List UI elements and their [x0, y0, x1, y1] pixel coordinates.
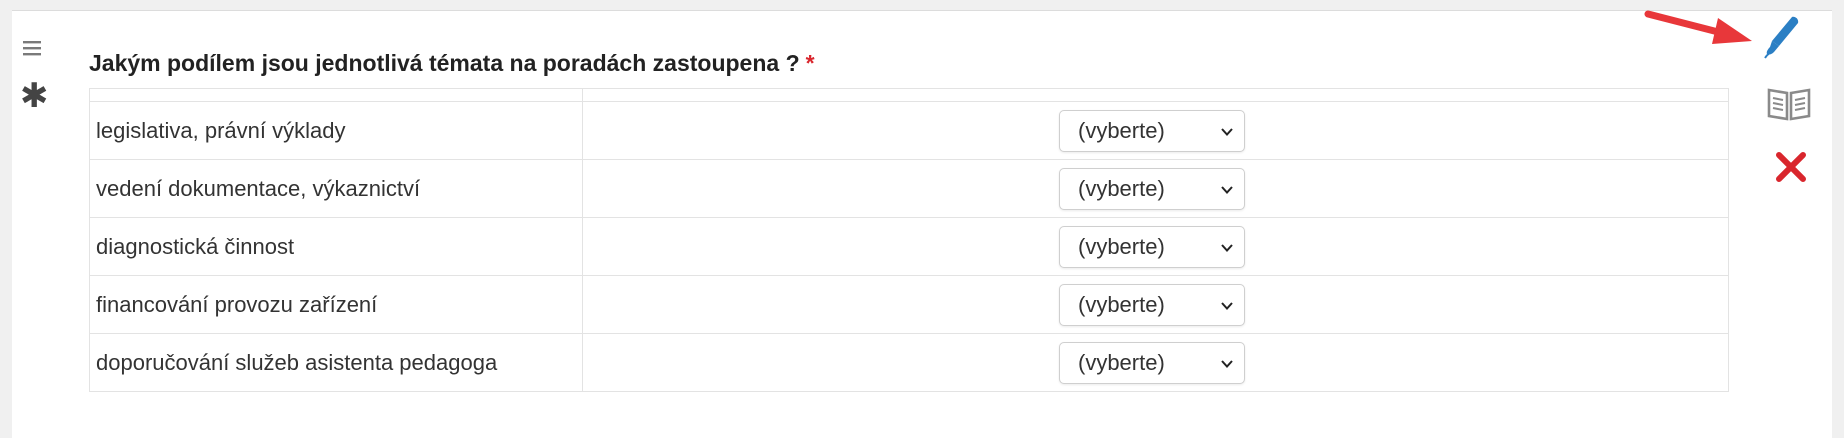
table-row: doporučování služeb asistenta pedagoga (… [89, 333, 1729, 392]
question-title: Jakým podílem jsou jednotlivá témata na … [89, 50, 815, 77]
grid-header-label-cell [89, 88, 583, 102]
red-arrow-icon [1644, 10, 1752, 44]
row-select-value: (vyberte) [1078, 291, 1165, 317]
table-row: financování provozu zařízení (vyberte) [89, 275, 1729, 334]
row-label: doporučování služeb asistenta pedagoga [89, 333, 583, 392]
row-select-value: (vyberte) [1078, 233, 1165, 259]
required-marker: * [805, 50, 815, 76]
row-select-value: (vyberte) [1078, 349, 1165, 375]
chevron-down-icon [1221, 243, 1233, 252]
row-label: vedení dokumentace, výkaznictví [89, 159, 583, 218]
row-label: diagnostická činnost [89, 217, 583, 276]
row-select[interactable]: (vyberte) [1059, 225, 1245, 268]
row-select[interactable]: (vyberte) [1059, 341, 1245, 384]
pencil-icon[interactable] [1762, 14, 1802, 60]
required-asterisk-icon[interactable]: ✱ [20, 79, 49, 113]
row-select[interactable]: (vyberte) [1059, 283, 1245, 326]
table-row: diagnostická činnost (vyberte) [89, 217, 1729, 276]
drag-handle-icon[interactable] [20, 36, 44, 60]
grid-header-select-cell [582, 88, 1729, 102]
x-icon[interactable] [1774, 150, 1808, 184]
chevron-down-icon [1221, 359, 1233, 368]
question-title-text: Jakým podílem jsou jednotlivá témata na … [89, 50, 800, 76]
chevron-down-icon [1221, 301, 1233, 310]
chevron-down-icon [1221, 127, 1233, 136]
grid-header-row [89, 88, 1729, 102]
row-select[interactable]: (vyberte) [1059, 167, 1245, 210]
chevron-down-icon [1221, 185, 1233, 194]
table-row: legislativa, právní výklady (vyberte) [89, 101, 1729, 160]
question-grid: legislativa, právní výklady (vyberte) ve… [89, 88, 1729, 392]
row-select[interactable]: (vyberte) [1059, 109, 1245, 152]
row-select-value: (vyberte) [1078, 117, 1165, 143]
open-book-icon[interactable] [1766, 84, 1812, 124]
row-label: legislativa, právní výklady [89, 101, 583, 160]
table-row: vedení dokumentace, výkaznictví (vyberte… [89, 159, 1729, 218]
row-label: financování provozu zařízení [89, 275, 583, 334]
row-select-value: (vyberte) [1078, 175, 1165, 201]
